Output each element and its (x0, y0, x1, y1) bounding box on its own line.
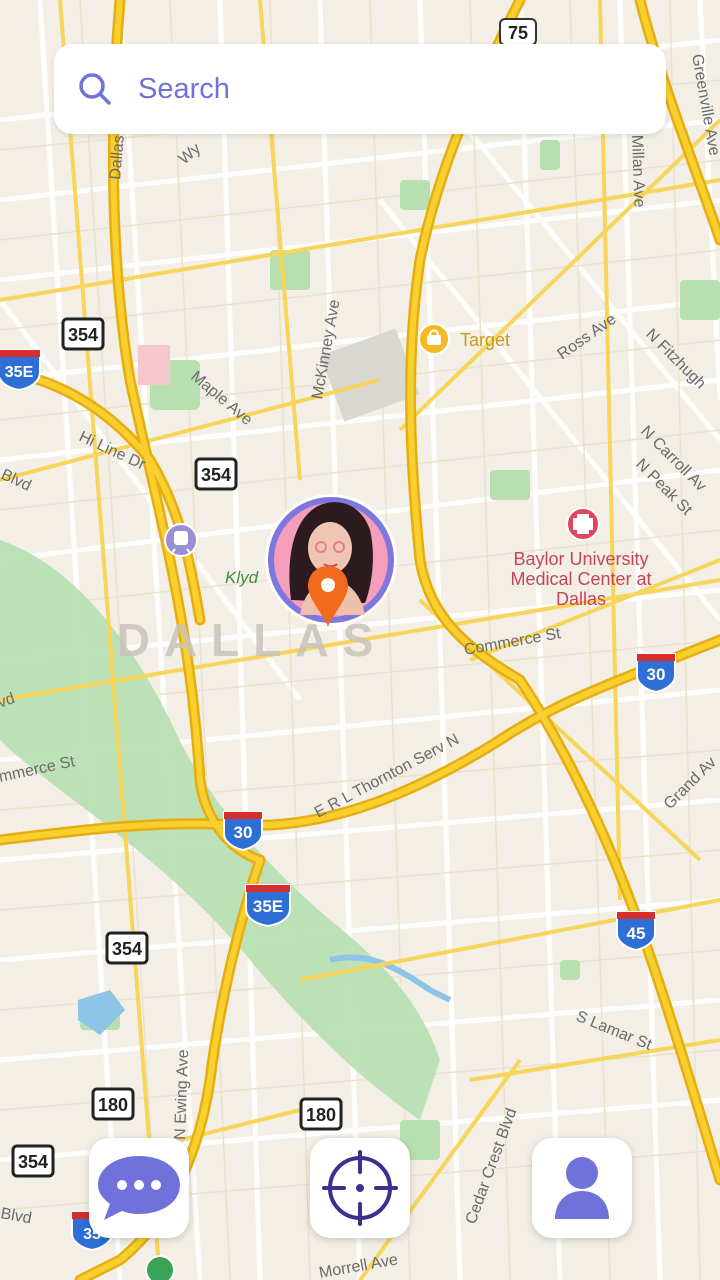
poi-bottom-green (145, 1255, 175, 1280)
svg-text:45: 45 (627, 924, 646, 943)
chat-button[interactable] (89, 1138, 189, 1238)
poi-label-klyde: Klyd (225, 568, 259, 587)
poi-label-baylor-1: Baylor University (513, 549, 648, 569)
shield-i35e-a: 35E (0, 349, 41, 392)
locate-me-button[interactable] (310, 1138, 410, 1238)
svg-text:35E: 35E (5, 364, 34, 381)
street-label-n-ewing-ave: N Ewing Ave (172, 1049, 192, 1140)
shield-180-b: 180 (299, 1097, 343, 1131)
search-icon (79, 73, 111, 105)
svg-text:354: 354 (18, 1152, 48, 1172)
poi-transit[interactable] (164, 523, 198, 557)
shield-75: 75 (499, 18, 537, 46)
svg-text:30: 30 (234, 823, 253, 842)
poi-label-baylor-2: Medical Center at (510, 569, 651, 589)
shield-354-a: 354 (61, 317, 105, 351)
map-canvas[interactable]: Maple Ave McKinney Ave Ross Ave N Fitzhu… (0, 0, 720, 1280)
chat-bubble-icon (98, 1156, 180, 1220)
shield-180-a: 180 (91, 1087, 135, 1121)
svg-text:75: 75 (508, 23, 528, 43)
shield-i30-b: 30 (636, 653, 676, 694)
svg-text:180: 180 (98, 1095, 128, 1115)
svg-text:354: 354 (68, 325, 98, 345)
shield-354-c: 354 (105, 931, 149, 965)
poi-label-target: Target (460, 330, 510, 350)
svg-text:180: 180 (306, 1105, 336, 1125)
svg-text:354: 354 (201, 465, 231, 485)
shield-i45: 45 (616, 911, 656, 952)
svg-text:30: 30 (647, 665, 666, 684)
crosshair-icon (322, 1150, 398, 1226)
poi-label-baylor-3: Dallas (556, 589, 606, 609)
profile-button[interactable] (532, 1138, 632, 1238)
shield-354-d: 354 (11, 1144, 55, 1178)
shield-354-b: 354 (194, 457, 238, 491)
person-icon (555, 1157, 609, 1219)
svg-text:354: 354 (112, 939, 142, 959)
shield-i35e-b: 35E (245, 884, 291, 928)
pink-area (138, 345, 170, 385)
street-label-millan-ave: Millan Ave (628, 135, 648, 208)
shield-i30-a: 30 (223, 811, 263, 852)
svg-text:35E: 35E (253, 897, 283, 916)
search-input[interactable]: Search (138, 72, 230, 106)
